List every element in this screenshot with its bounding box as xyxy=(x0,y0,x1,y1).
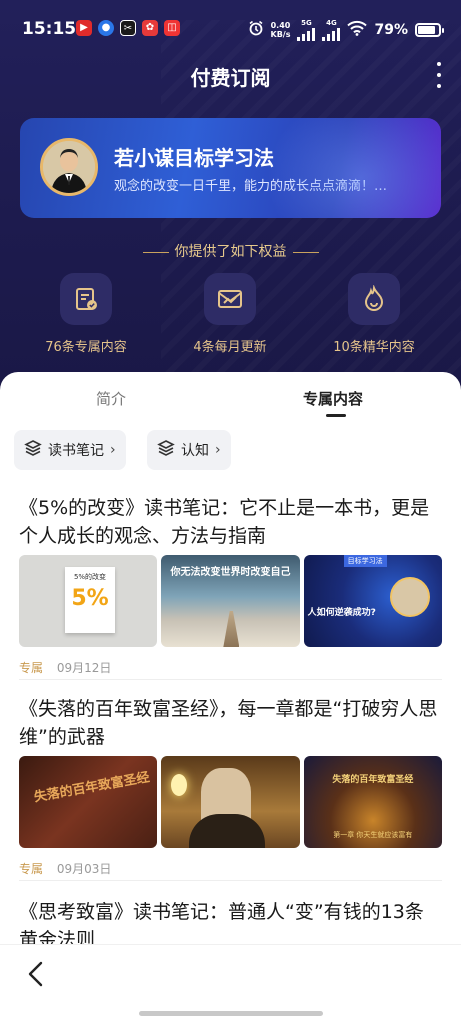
tab-bar: 简介 专属内容 xyxy=(0,372,461,422)
article-date: 09月03日 xyxy=(56,862,112,876)
tab-intro[interactable]: 简介 xyxy=(96,388,126,409)
chevron-right-icon: › xyxy=(110,442,116,458)
battery-icon xyxy=(415,23,444,37)
article-item[interactable]: 《失落的百年致富圣经》，每一章都是“打破穷人思维”的武器 失落的百年致富圣经 失… xyxy=(19,695,442,877)
article-thumbnail[interactable]: 目标学习法 人如何逆袭成功? xyxy=(303,555,442,647)
tab-exclusive[interactable]: 专属内容 xyxy=(303,388,363,409)
exclusive-tag: 专属 xyxy=(19,862,44,876)
tab-indicator xyxy=(326,414,346,417)
article-thumbnails: 5%的改变 5% 你无法改变世界时改变自己 目标学习法 人如何逆袭成功? xyxy=(19,555,442,647)
benefit-featured: 10条精华内容 xyxy=(309,273,439,355)
article-date: 09月12日 xyxy=(56,661,112,675)
app-notification-icon: ▶ xyxy=(76,20,92,36)
divider xyxy=(19,679,442,680)
app-notification-icon: ◫ xyxy=(164,20,180,36)
status-time: 15:15 xyxy=(22,19,77,39)
divider xyxy=(19,880,442,881)
wifi-icon xyxy=(347,20,368,40)
home-indicator[interactable] xyxy=(139,1011,323,1016)
benefit-label: 10条精华内容 xyxy=(333,340,415,355)
back-arrow-icon[interactable] xyxy=(24,959,50,989)
filter-chip-label: 认知 xyxy=(181,443,209,459)
article-meta: 专属 09月12日 xyxy=(19,659,442,676)
benefit-label: 76条专属内容 xyxy=(45,340,127,355)
title-bar: 付费订阅 xyxy=(0,56,461,96)
exclusive-tag: 专属 xyxy=(19,661,44,675)
app-notification-icon: ✿ xyxy=(142,20,158,36)
layers-icon xyxy=(157,439,175,461)
article-title: 《失落的百年致富圣经》，每一章都是“打破穷人思维”的武器 xyxy=(19,698,438,748)
layers-icon xyxy=(24,439,42,461)
bottom-nav xyxy=(0,944,461,1024)
net-speed: 0.40 KB/s xyxy=(270,21,291,39)
monthly-update-icon xyxy=(204,273,256,325)
page-title: 付费订阅 xyxy=(190,66,271,90)
article-thumbnail[interactable]: 5%的改变 5% xyxy=(19,555,158,647)
exclusive-content-icon xyxy=(60,273,112,325)
notification-icons: ▶ ● ✂ ✿ ◫ xyxy=(76,20,180,36)
article-meta: 专属 09月03日 xyxy=(19,860,442,877)
divider xyxy=(142,251,169,253)
author-name: 若小谋目标学习法 xyxy=(114,146,274,170)
benefit-monthly: 4条每月更新 xyxy=(165,273,295,355)
signal-4g-icon: 4G xyxy=(322,19,341,41)
article-thumbnails: 失落的百年致富圣经 失落的百年致富圣经 第一章 你天生就应该富有 xyxy=(19,756,442,848)
status-right: 0.40 KB/s 5G 4G 79% xyxy=(248,19,444,41)
benefit-label: 4条每月更新 xyxy=(193,340,267,355)
article-title: 《5%的改变》读书笔记：它不止是一本书，更是个人成长的观念、方法与指南 xyxy=(19,497,430,547)
article-thumbnail[interactable]: 失落的百年致富圣经 xyxy=(19,756,158,848)
author-card[interactable]: 若小谋目标学习法 观念的改变一日千里，能力的成长点点滴滴！… xyxy=(20,118,441,218)
signal-5g-icon: 5G xyxy=(297,19,316,41)
battery-percent: 79% xyxy=(374,22,408,38)
filter-chip-label: 读书笔记 xyxy=(48,443,104,459)
app-notification-icon: ✂ xyxy=(120,20,136,36)
article-item[interactable]: 《5%的改变》读书笔记：它不止是一本书，更是个人成长的观念、方法与指南 5%的改… xyxy=(19,494,442,676)
author-description: 观念的改变一日千里，能力的成长点点滴滴！… xyxy=(114,179,388,194)
alarm-icon xyxy=(248,20,264,40)
content-sheet: 简介 专属内容 读书笔记 › 认知 › 《5%的改变》读书笔记：它不止是一本书，… xyxy=(0,372,461,1024)
filter-chip-cognition[interactable]: 认知 › xyxy=(147,430,231,470)
filter-chip-reading-notes[interactable]: 读书笔记 › xyxy=(14,430,126,470)
app-notification-icon: ● xyxy=(98,20,114,36)
benefit-exclusive: 76条专属内容 xyxy=(21,273,151,355)
chevron-right-icon: › xyxy=(215,442,221,458)
more-options-icon[interactable] xyxy=(435,62,443,88)
featured-content-icon xyxy=(348,273,400,325)
article-thumbnail[interactable]: 失落的百年致富圣经 第一章 你天生就应该富有 xyxy=(303,756,442,848)
article-thumbnail[interactable] xyxy=(161,756,300,848)
status-bar: 15:15 ▶ ● ✂ ✿ ◫ 0.40 KB/s 5G 4G 79% xyxy=(0,0,461,60)
divider xyxy=(292,251,319,253)
benefits-heading: 你提供了如下权益 xyxy=(0,241,461,261)
author-avatar xyxy=(40,138,98,196)
article-thumbnail[interactable]: 你无法改变世界时改变自己 xyxy=(161,555,300,647)
